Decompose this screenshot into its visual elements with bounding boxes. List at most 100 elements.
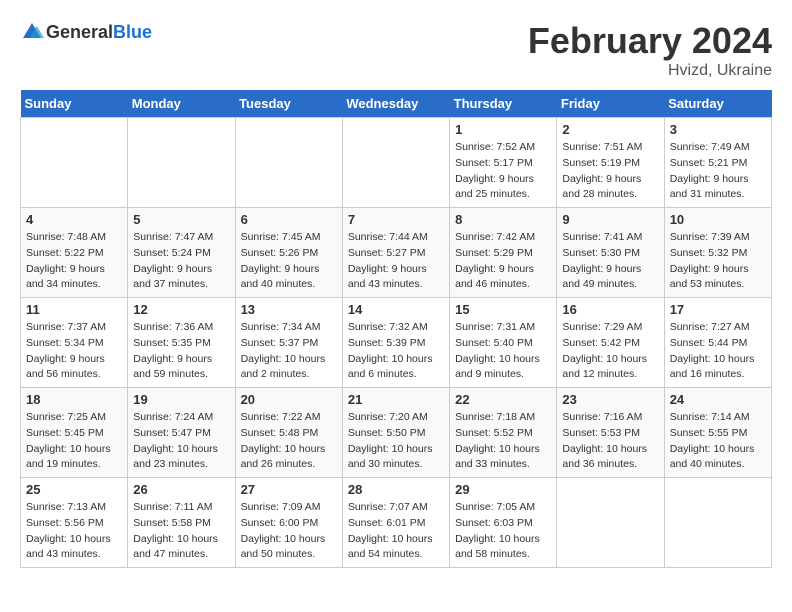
weekday-header-monday: Monday bbox=[128, 90, 235, 118]
day-info: Sunrise: 7:14 AM Sunset: 5:55 PM Dayligh… bbox=[670, 410, 766, 473]
calendar-cell bbox=[664, 478, 771, 568]
day-number: 22 bbox=[455, 392, 551, 407]
calendar-cell: 23 Sunrise: 7:16 AM Sunset: 5:53 PM Dayli… bbox=[557, 388, 664, 478]
calendar-cell: 16Sunrise: 7:29 AM Sunset: 5:42 PM Dayli… bbox=[557, 298, 664, 388]
calendar-cell: 24 Sunrise: 7:14 AM Sunset: 5:55 PM Dayli… bbox=[664, 388, 771, 478]
calendar-cell: 4Sunrise: 7:48 AM Sunset: 5:22 PM Daylig… bbox=[21, 208, 128, 298]
day-info: Sunrise: 7:16 AM Sunset: 5:53 PM Dayligh… bbox=[562, 410, 658, 473]
day-info: Sunrise: 7:20 AM Sunset: 5:50 PM Dayligh… bbox=[348, 410, 444, 473]
main-title: February 2024 bbox=[528, 20, 772, 62]
weekday-header-sunday: Sunday bbox=[21, 90, 128, 118]
day-number: 27 bbox=[241, 482, 337, 497]
day-info: Sunrise: 7:05 AM Sunset: 6:03 PM Dayligh… bbox=[455, 500, 551, 563]
day-info: Sunrise: 7:39 AM Sunset: 5:32 PM Dayligh… bbox=[670, 230, 766, 293]
day-number: 19 bbox=[133, 392, 229, 407]
day-number: 23 bbox=[562, 392, 658, 407]
calendar-cell: 11 Sunrise: 7:37 AM Sunset: 5:34 PM Dayli… bbox=[21, 298, 128, 388]
day-info: Sunrise: 7:45 AM Sunset: 5:26 PM Dayligh… bbox=[241, 230, 337, 293]
day-number: 7 bbox=[348, 212, 444, 227]
day-info: Sunrise: 7:34 AM Sunset: 5:37 PM Dayligh… bbox=[241, 320, 337, 383]
day-number: 17 bbox=[670, 302, 766, 317]
day-number: 26 bbox=[133, 482, 229, 497]
logo-text-blue: Blue bbox=[113, 22, 152, 42]
week-row-2: 4Sunrise: 7:48 AM Sunset: 5:22 PM Daylig… bbox=[21, 208, 772, 298]
day-number: 8 bbox=[455, 212, 551, 227]
day-info: Sunrise: 7:27 AM Sunset: 5:44 PM Dayligh… bbox=[670, 320, 766, 383]
day-number: 1 bbox=[455, 122, 551, 137]
calendar-cell: 21 Sunrise: 7:20 AM Sunset: 5:50 PM Dayli… bbox=[342, 388, 449, 478]
logo-icon bbox=[20, 20, 44, 44]
week-row-5: 25Sunrise: 7:13 AM Sunset: 5:56 PM Dayli… bbox=[21, 478, 772, 568]
calendar-cell: 19 Sunrise: 7:24 AM Sunset: 5:47 PM Dayli… bbox=[128, 388, 235, 478]
calendar-cell: 22 Sunrise: 7:18 AM Sunset: 5:52 PM Dayli… bbox=[450, 388, 557, 478]
calendar-cell: 12 Sunrise: 7:36 AM Sunset: 5:35 PM Dayli… bbox=[128, 298, 235, 388]
day-number: 20 bbox=[241, 392, 337, 407]
day-number: 21 bbox=[348, 392, 444, 407]
day-info: Sunrise: 7:36 AM Sunset: 5:35 PM Dayligh… bbox=[133, 320, 229, 383]
day-info: Sunrise: 7:11 AM Sunset: 5:58 PM Dayligh… bbox=[133, 500, 229, 563]
week-row-3: 11 Sunrise: 7:37 AM Sunset: 5:34 PM Dayli… bbox=[21, 298, 772, 388]
calendar-cell: 6 Sunrise: 7:45 AM Sunset: 5:26 PM Daylig… bbox=[235, 208, 342, 298]
calendar-cell: 26 Sunrise: 7:11 AM Sunset: 5:58 PM Dayli… bbox=[128, 478, 235, 568]
calendar-cell: 2 Sunrise: 7:51 AM Sunset: 5:19 PM Daylig… bbox=[557, 118, 664, 208]
day-info: Sunrise: 7:44 AM Sunset: 5:27 PM Dayligh… bbox=[348, 230, 444, 293]
calendar-cell: 27 Sunrise: 7:09 AM Sunset: 6:00 PM Dayli… bbox=[235, 478, 342, 568]
calendar-cell bbox=[557, 478, 664, 568]
day-number: 13 bbox=[241, 302, 337, 317]
day-info: Sunrise: 7:29 AM Sunset: 5:42 PM Dayligh… bbox=[562, 320, 658, 383]
day-number: 5 bbox=[133, 212, 229, 227]
calendar-cell: 7 Sunrise: 7:44 AM Sunset: 5:27 PM Daylig… bbox=[342, 208, 449, 298]
calendar-cell: 13 Sunrise: 7:34 AM Sunset: 5:37 PM Dayli… bbox=[235, 298, 342, 388]
day-info: Sunrise: 7:22 AM Sunset: 5:48 PM Dayligh… bbox=[241, 410, 337, 473]
weekday-header-friday: Friday bbox=[557, 90, 664, 118]
calendar-cell: 14Sunrise: 7:32 AM Sunset: 5:39 PM Dayli… bbox=[342, 298, 449, 388]
day-number: 29 bbox=[455, 482, 551, 497]
title-block: February 2024 Hvizd, Ukraine bbox=[528, 20, 772, 80]
day-info: Sunrise: 7:51 AM Sunset: 5:19 PM Dayligh… bbox=[562, 140, 658, 203]
calendar-cell: 28Sunrise: 7:07 AM Sunset: 6:01 PM Dayli… bbox=[342, 478, 449, 568]
weekday-header-saturday: Saturday bbox=[664, 90, 771, 118]
weekday-header-wednesday: Wednesday bbox=[342, 90, 449, 118]
calendar-cell: 15 Sunrise: 7:31 AM Sunset: 5:40 PM Dayli… bbox=[450, 298, 557, 388]
week-row-4: 18Sunrise: 7:25 AM Sunset: 5:45 PM Dayli… bbox=[21, 388, 772, 478]
calendar-cell: 5 Sunrise: 7:47 AM Sunset: 5:24 PM Daylig… bbox=[128, 208, 235, 298]
weekday-header-thursday: Thursday bbox=[450, 90, 557, 118]
weekday-header-tuesday: Tuesday bbox=[235, 90, 342, 118]
day-info: Sunrise: 7:24 AM Sunset: 5:47 PM Dayligh… bbox=[133, 410, 229, 473]
day-number: 6 bbox=[241, 212, 337, 227]
day-number: 2 bbox=[562, 122, 658, 137]
day-info: Sunrise: 7:47 AM Sunset: 5:24 PM Dayligh… bbox=[133, 230, 229, 293]
logo: GeneralBlue bbox=[20, 20, 152, 44]
calendar-cell: 17 Sunrise: 7:27 AM Sunset: 5:44 PM Dayli… bbox=[664, 298, 771, 388]
day-info: Sunrise: 7:49 AM Sunset: 5:21 PM Dayligh… bbox=[670, 140, 766, 203]
calendar-cell bbox=[235, 118, 342, 208]
calendar-table: SundayMondayTuesdayWednesdayThursdayFrid… bbox=[20, 90, 772, 568]
day-info: Sunrise: 7:18 AM Sunset: 5:52 PM Dayligh… bbox=[455, 410, 551, 473]
day-info: Sunrise: 7:09 AM Sunset: 6:00 PM Dayligh… bbox=[241, 500, 337, 563]
calendar-cell: 3 Sunrise: 7:49 AM Sunset: 5:21 PM Daylig… bbox=[664, 118, 771, 208]
calendar-cell: 29 Sunrise: 7:05 AM Sunset: 6:03 PM Dayli… bbox=[450, 478, 557, 568]
day-number: 3 bbox=[670, 122, 766, 137]
day-number: 11 bbox=[26, 302, 122, 317]
calendar-cell bbox=[21, 118, 128, 208]
week-row-1: 1 Sunrise: 7:52 AM Sunset: 5:17 PM Daylig… bbox=[21, 118, 772, 208]
calendar-cell: 9Sunrise: 7:41 AM Sunset: 5:30 PM Daylig… bbox=[557, 208, 664, 298]
calendar-cell: 10Sunrise: 7:39 AM Sunset: 5:32 PM Dayli… bbox=[664, 208, 771, 298]
day-number: 18 bbox=[26, 392, 122, 407]
day-number: 4 bbox=[26, 212, 122, 227]
day-info: Sunrise: 7:31 AM Sunset: 5:40 PM Dayligh… bbox=[455, 320, 551, 383]
day-info: Sunrise: 7:07 AM Sunset: 6:01 PM Dayligh… bbox=[348, 500, 444, 563]
day-info: Sunrise: 7:52 AM Sunset: 5:17 PM Dayligh… bbox=[455, 140, 551, 203]
day-info: Sunrise: 7:37 AM Sunset: 5:34 PM Dayligh… bbox=[26, 320, 122, 383]
calendar-cell: 8Sunrise: 7:42 AM Sunset: 5:29 PM Daylig… bbox=[450, 208, 557, 298]
weekday-header-row: SundayMondayTuesdayWednesdayThursdayFrid… bbox=[21, 90, 772, 118]
logo-text-general: General bbox=[46, 22, 113, 42]
calendar-cell: 18Sunrise: 7:25 AM Sunset: 5:45 PM Dayli… bbox=[21, 388, 128, 478]
day-number: 12 bbox=[133, 302, 229, 317]
day-number: 24 bbox=[670, 392, 766, 407]
page-header: GeneralBlue February 2024 Hvizd, Ukraine bbox=[20, 20, 772, 80]
calendar-cell bbox=[128, 118, 235, 208]
calendar-cell: 1 Sunrise: 7:52 AM Sunset: 5:17 PM Daylig… bbox=[450, 118, 557, 208]
calendar-cell: 25Sunrise: 7:13 AM Sunset: 5:56 PM Dayli… bbox=[21, 478, 128, 568]
day-number: 15 bbox=[455, 302, 551, 317]
